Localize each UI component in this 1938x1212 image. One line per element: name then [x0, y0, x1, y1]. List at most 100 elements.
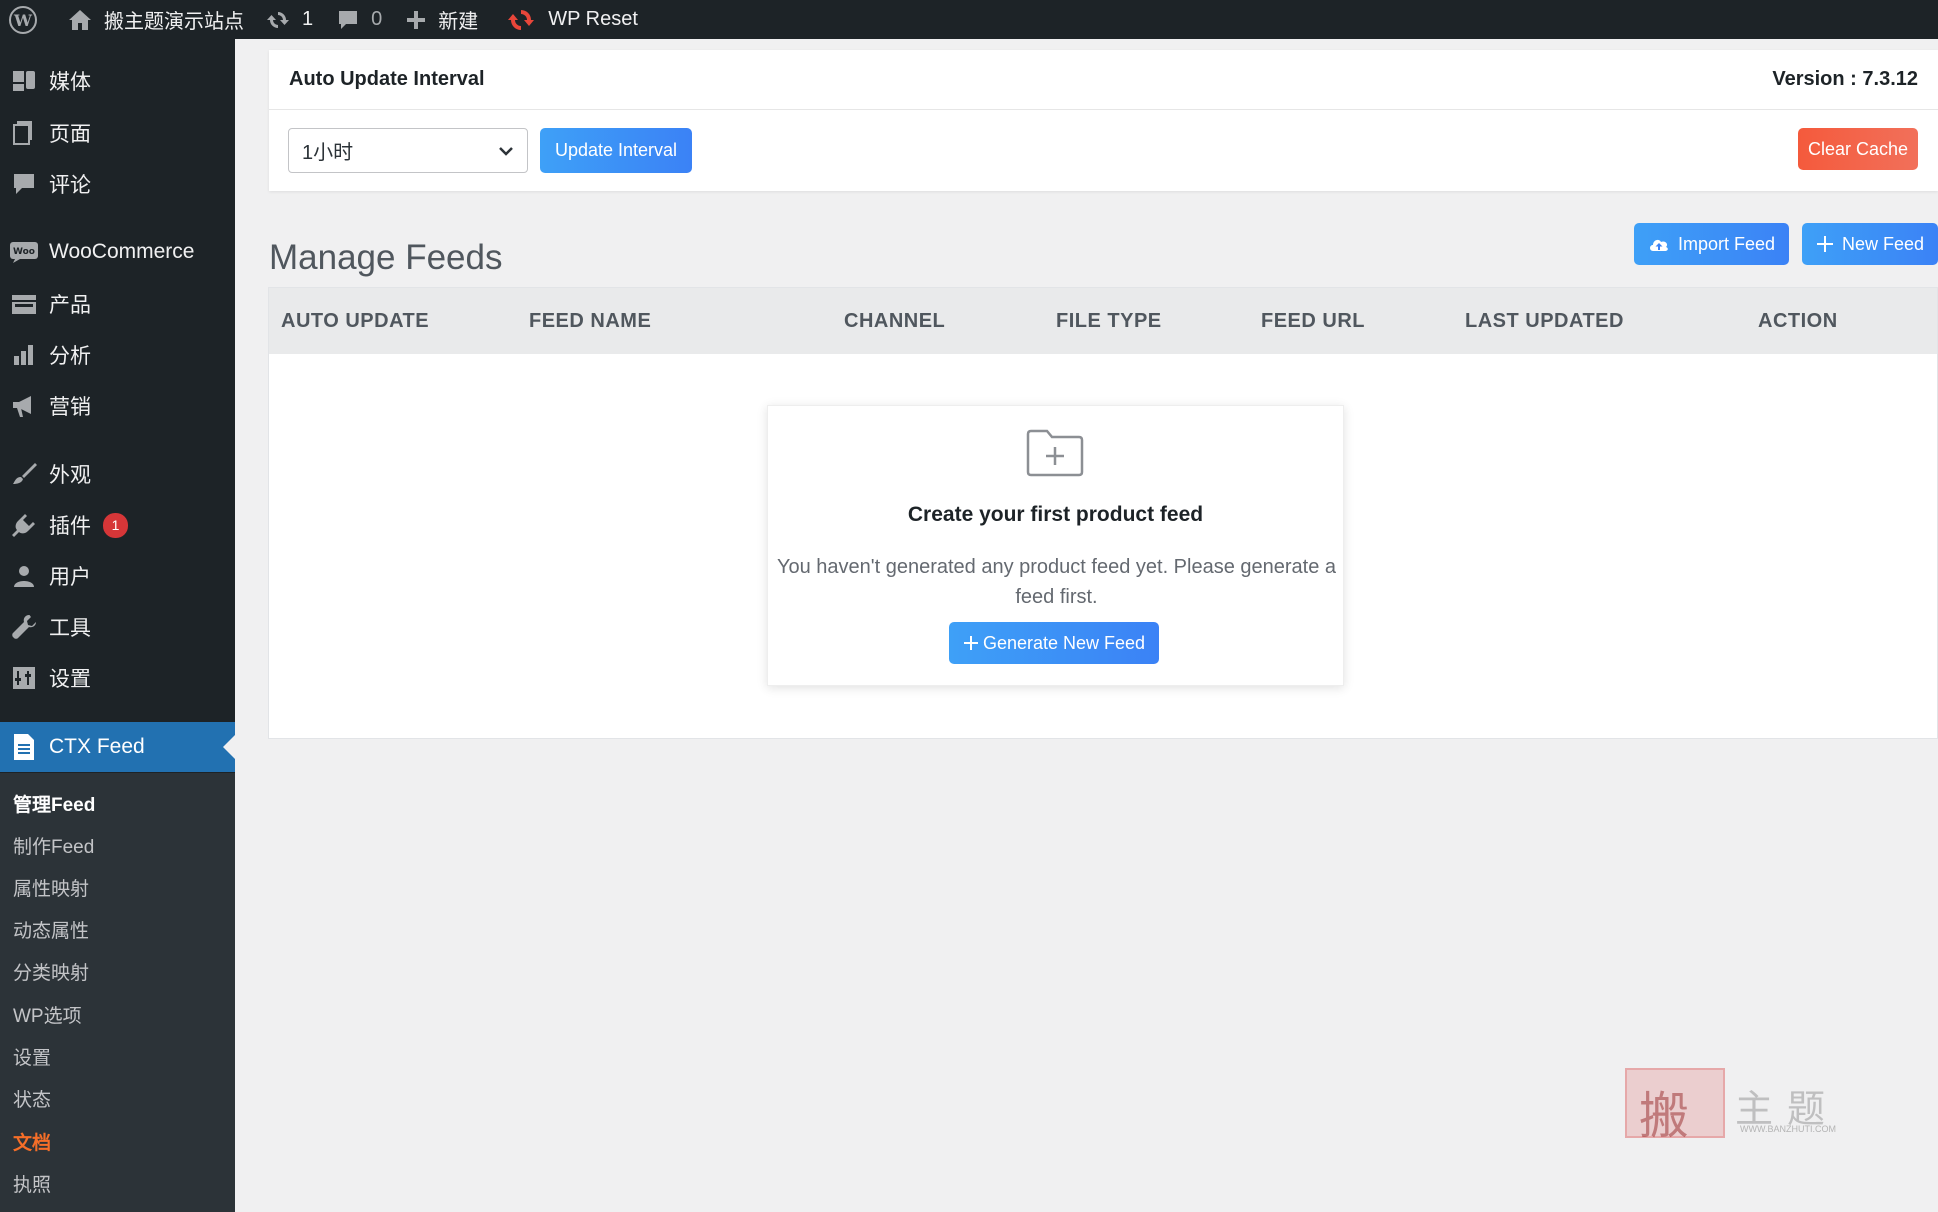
wrench-icon	[0, 614, 48, 640]
ctx-feed-submenu: 管理Feed 制作Feed 属性映射 动态属性 分类映射 WP选项 设置 状态 …	[0, 773, 235, 1212]
new-feed-label: New Feed	[1841, 233, 1925, 254]
active-indicator	[223, 735, 235, 759]
comments-count: 0	[371, 8, 383, 30]
product-icon	[0, 293, 48, 315]
empty-state-title: Create your first product feed	[907, 503, 1204, 526]
comments-link[interactable]: 0	[325, 0, 394, 39]
user-icon	[0, 564, 48, 588]
sidebar-item-label: 用户	[49, 566, 91, 589]
sidebar-item-label: 工具	[49, 617, 91, 640]
plus-icon	[407, 10, 426, 29]
generate-new-feed-label: Generate New Feed	[982, 632, 1146, 653]
clear-cache-button[interactable]: Clear Cache	[1798, 128, 1918, 170]
plugin-version: Version : 7.3.12	[1772, 68, 1918, 90]
watermark-stamp: 搬	[1625, 1068, 1725, 1145]
wordpress-logo-button[interactable]: W	[0, 0, 50, 39]
wp-reset-label: WP Reset	[548, 8, 638, 30]
new-label: 新建	[438, 11, 479, 33]
plus-icon	[963, 636, 978, 650]
sidebar-item-label: CTX Feed	[49, 735, 145, 758]
megaphone-icon	[0, 393, 48, 419]
media-icon	[0, 68, 48, 94]
column-file-type[interactable]: FILE TYPE	[1056, 310, 1162, 333]
submenu-docs[interactable]: 文档	[13, 1128, 51, 1155]
admin-sidebar: 媒体 页面 评论 Woo WooCommerce 产品 分析 营销 外观 插件 …	[0, 39, 235, 1212]
column-feed-url[interactable]: FEED URL	[1261, 310, 1365, 333]
submenu-manage-feed[interactable]: 管理Feed	[13, 790, 95, 817]
submenu-dynamic-attributes[interactable]: 动态属性	[13, 916, 89, 943]
site-name-link[interactable]: 搬主题演示站点	[50, 0, 256, 39]
column-auto-update[interactable]: AUTO UPDATE	[281, 310, 429, 333]
sidebar-item-label: WooCommerce	[49, 240, 195, 263]
update-interval-button[interactable]: Update Interval	[540, 128, 692, 173]
sidebar-item-media[interactable]: 媒体	[0, 56, 235, 106]
submenu-settings[interactable]: 设置	[13, 1043, 51, 1070]
watermark-char: 搬	[1639, 1087, 1689, 1145]
site-name: 搬主题演示站点	[104, 11, 244, 33]
sidebar-item-products[interactable]: 产品	[0, 279, 235, 329]
updates-count: 1	[302, 8, 314, 30]
import-feed-button[interactable]: Import Feed	[1634, 223, 1789, 265]
clear-cache-label: Clear Cache	[1807, 138, 1909, 159]
interval-select[interactable]: 1小时	[288, 128, 528, 173]
sidebar-item-pages[interactable]: 页面	[0, 108, 235, 158]
column-channel[interactable]: CHANNEL	[844, 310, 945, 333]
auto-update-panel: Auto Update Interval Version : 7.3.12 1小…	[269, 50, 1938, 191]
submenu-make-feed[interactable]: 制作Feed	[13, 832, 94, 859]
sidebar-item-plugins[interactable]: 插件 1	[0, 500, 235, 550]
watermark-url: WWW.BANZHUTI.COM	[1740, 1124, 1836, 1134]
comment-icon	[0, 172, 48, 196]
updates-link[interactable]: 1	[256, 0, 325, 39]
woo-icon: Woo	[0, 240, 48, 264]
sidebar-item-analytics[interactable]: 分析	[0, 330, 235, 380]
import-feed-label: Import Feed	[1677, 233, 1776, 254]
sidebar-item-ctx-feed[interactable]: CTX Feed	[0, 722, 235, 772]
sidebar-item-tools[interactable]: 工具	[0, 602, 235, 652]
watermark-logo: 搬 主题 WWW.BANZHUTI.COM	[1625, 1068, 1855, 1145]
panel-body: 1小时 Update Interval Clear Cache	[269, 110, 1938, 190]
feeds-table: AUTO UPDATE FEED NAME CHANNEL FILE TYPE …	[268, 287, 1938, 739]
submenu-status[interactable]: 状态	[13, 1085, 51, 1112]
table-header: AUTO UPDATE FEED NAME CHANNEL FILE TYPE …	[269, 288, 1937, 354]
new-content-link[interactable]: 新建	[394, 0, 490, 39]
column-last-updated[interactable]: LAST UPDATED	[1465, 310, 1624, 333]
sidebar-item-label: 设置	[49, 668, 91, 691]
column-feed-name[interactable]: FEED NAME	[529, 310, 651, 333]
sidebar-item-appearance[interactable]: 外观	[0, 449, 235, 499]
cloud-upload-icon	[1649, 239, 1668, 251]
submenu-license[interactable]: 执照	[13, 1170, 51, 1197]
wp-reset-link[interactable]: WP Reset	[490, 0, 650, 39]
svg-text:Woo: Woo	[13, 247, 35, 257]
sidebar-item-label: 媒体	[49, 71, 91, 94]
submenu-category-mapping[interactable]: 分类映射	[13, 958, 89, 985]
generate-new-feed-button[interactable]: Generate New Feed	[949, 622, 1159, 664]
svg-text:W: W	[13, 11, 33, 30]
folder-plus-icon	[1026, 429, 1084, 477]
sidebar-item-woocommerce[interactable]: Woo WooCommerce	[0, 227, 235, 277]
auto-update-title: Auto Update Interval	[289, 68, 485, 90]
settings-icon	[0, 666, 48, 690]
page-title: Manage Feeds	[269, 238, 503, 277]
refresh-icon	[267, 11, 289, 28]
chevron-down-icon	[499, 147, 513, 156]
wp-reset-icon	[508, 9, 535, 30]
sidebar-item-settings[interactable]: 设置	[0, 653, 235, 703]
page-icon	[0, 120, 48, 146]
sidebar-item-label: 插件	[49, 515, 91, 538]
plus-icon	[1816, 236, 1833, 252]
update-interval-label: Update Interval	[554, 140, 678, 160]
sidebar-item-marketing[interactable]: 营销	[0, 381, 235, 431]
sidebar-item-comments[interactable]: 评论	[0, 159, 235, 209]
sidebar-item-label: 页面	[49, 123, 91, 146]
new-feed-button[interactable]: New Feed	[1802, 223, 1938, 265]
submenu-attribute-mapping[interactable]: 属性映射	[13, 874, 89, 901]
sidebar-item-users[interactable]: 用户	[0, 551, 235, 601]
plugin-update-badge: 1	[103, 512, 128, 538]
home-icon	[69, 9, 91, 30]
comment-icon	[339, 10, 358, 29]
submenu-wp-options[interactable]: WP选项	[13, 1001, 82, 1028]
column-action[interactable]: ACTION	[1758, 310, 1838, 333]
document-icon	[0, 733, 48, 761]
sidebar-item-label: 产品	[49, 294, 91, 317]
admin-bar: W 搬主题演示站点 1 0 新建 WP Reset	[0, 0, 1938, 39]
